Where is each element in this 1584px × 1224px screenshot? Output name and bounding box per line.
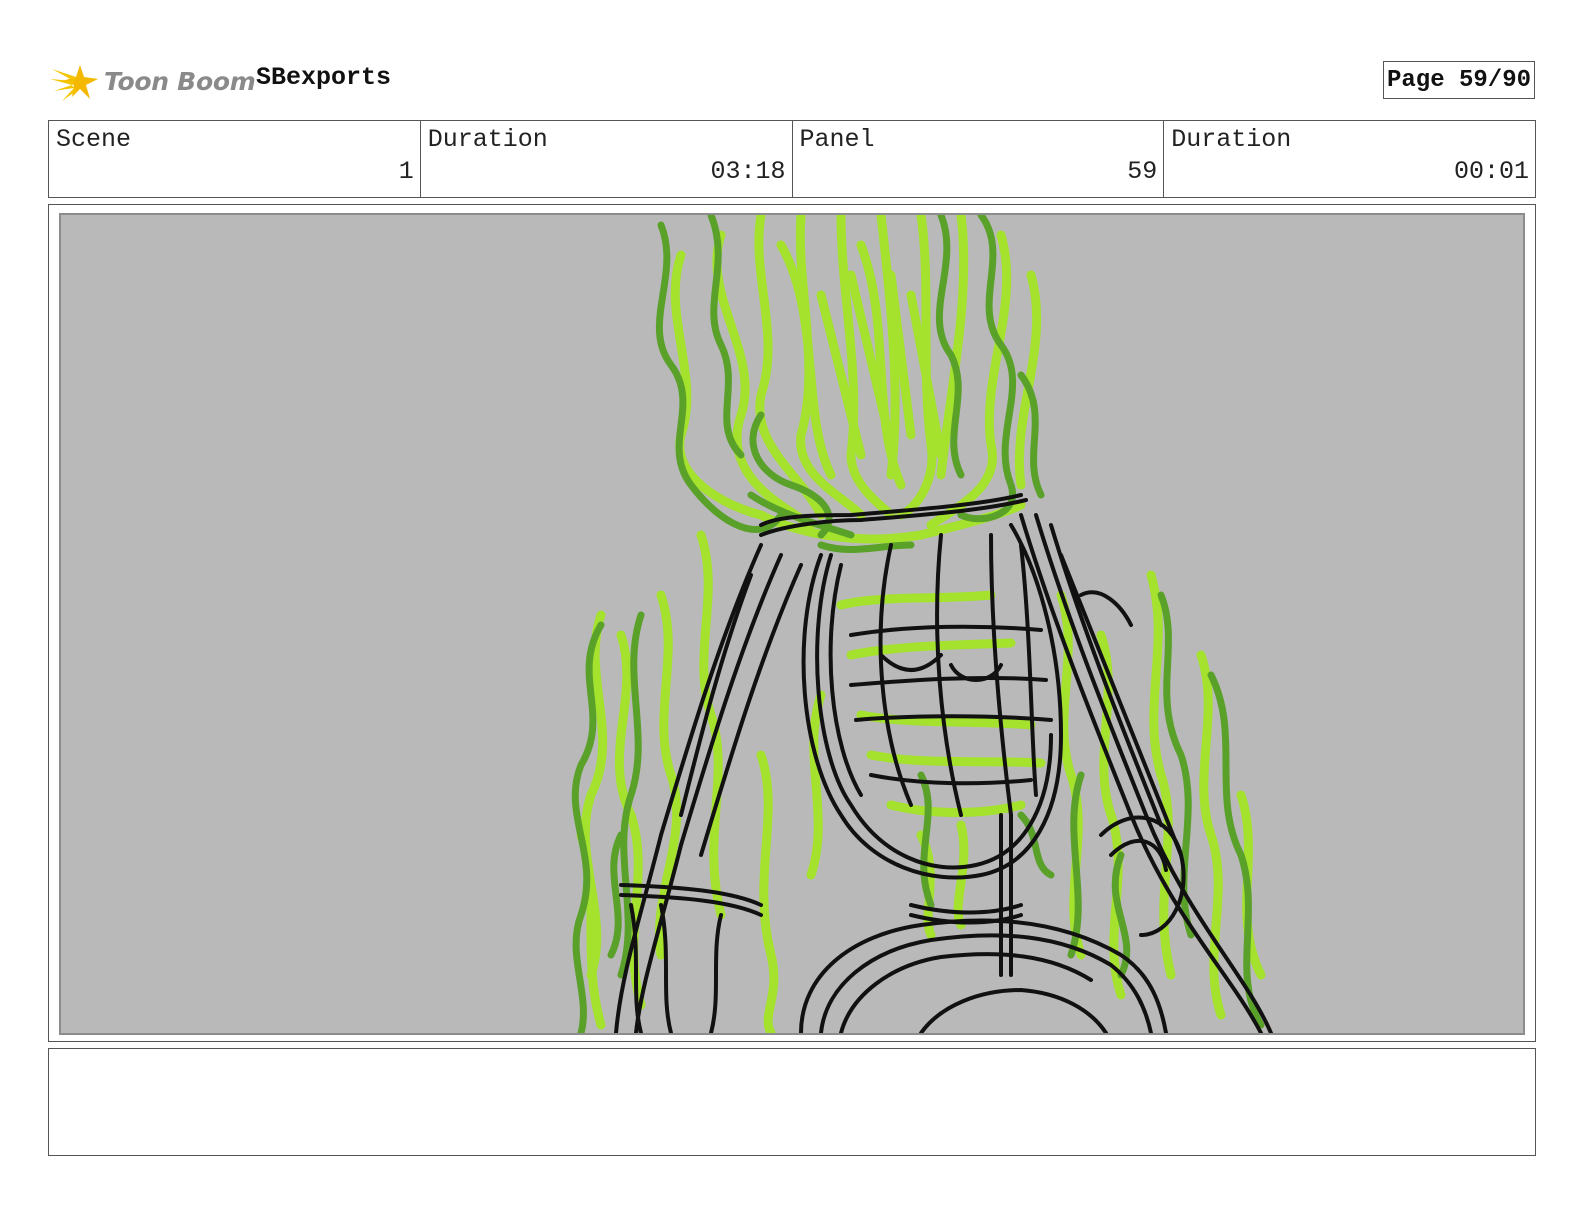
toon-boom-star-icon	[50, 65, 98, 101]
panel-cell: Panel 59	[793, 121, 1165, 197]
panel-duration-value: 00:01	[1453, 157, 1529, 186]
panel-label: Panel	[799, 125, 875, 154]
panel-duration-label: Duration	[1171, 125, 1292, 154]
storyboard-page: Toon Boom SBexports Page 59/90 Scene 1 D…	[0, 0, 1584, 1224]
panel-info-table: Scene 1 Duration 03:18 Panel 59 Duration…	[48, 120, 1536, 198]
logo-wordmark: Toon Boom	[104, 66, 256, 96]
toon-boom-logo: Toon Boom	[50, 55, 256, 107]
page-number-box: Page 59/90	[1383, 61, 1535, 99]
flame-hair-light	[576, 215, 1266, 1033]
scene-value: 1	[398, 157, 414, 186]
scene-duration-cell: Duration 03:18	[421, 121, 793, 197]
panel-duration-cell: Duration 00:01	[1164, 121, 1535, 197]
panel-frame	[48, 204, 1536, 1042]
scene-duration-label: Duration	[427, 125, 548, 154]
panel-sketch	[59, 213, 1525, 1035]
sketch-drawing	[571, 215, 1273, 1033]
panel-value: 59	[1127, 157, 1158, 186]
scene-cell: Scene 1	[49, 121, 421, 197]
scene-label: Scene	[56, 125, 132, 154]
panel-notes-box	[48, 1048, 1536, 1156]
project-name: SBexports	[256, 63, 392, 92]
scene-duration-value: 03:18	[710, 157, 786, 186]
